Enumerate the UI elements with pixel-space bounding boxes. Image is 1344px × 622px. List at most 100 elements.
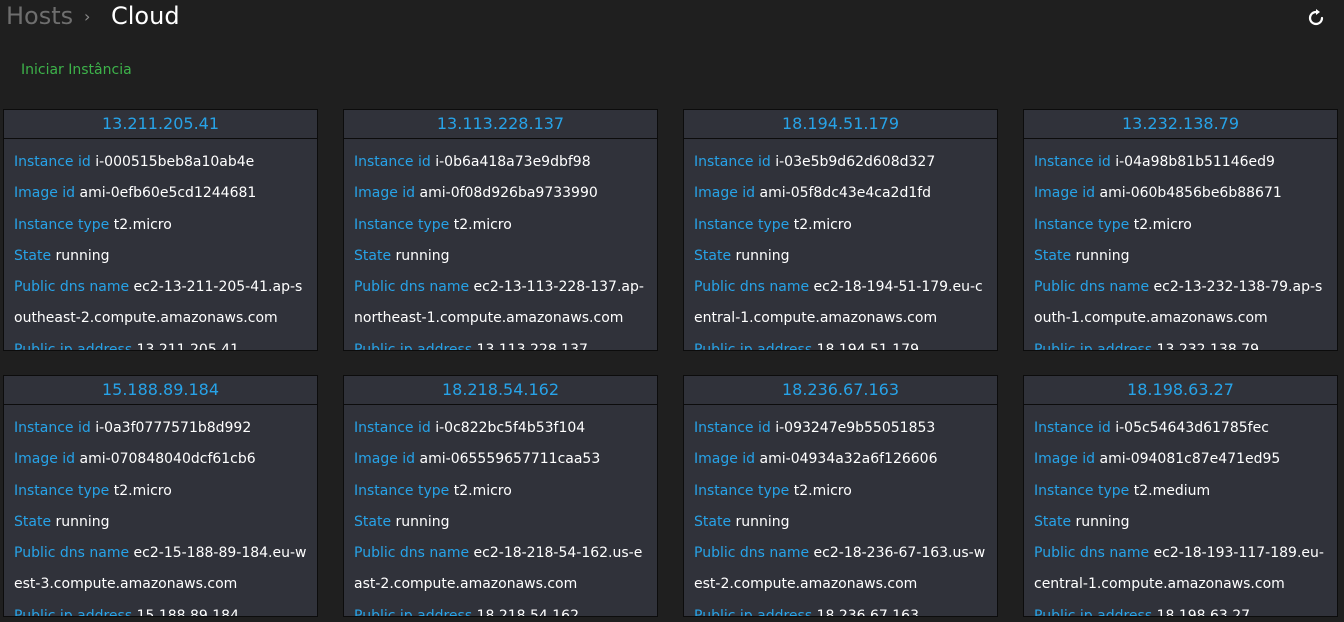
image-id-label: Image id (354, 185, 416, 202)
public-dns-label: Public dns name (14, 545, 130, 562)
public-ip-label: Public ip address (14, 341, 133, 351)
instance-type-label: Instance type (354, 482, 450, 499)
instance-type-row: Instance type t2.micro (354, 210, 647, 241)
instance-ip-title[interactable]: 18.194.51.179 (684, 110, 997, 139)
public-ip-row: Public ip address 18.218.54.162 (354, 601, 647, 616)
public-dns-label: Public dns name (694, 545, 810, 562)
instance-card: 18.198.63.27 Instance id i-05c54643d6178… (1023, 375, 1338, 617)
instance-id-value: i-0b6a418a73e9dbf98 (435, 154, 591, 170)
state-row: State running (14, 507, 307, 538)
state-value: running (395, 247, 450, 264)
public-dns-row: Public dns name ec2-18-236-67-163.us-wes… (694, 538, 987, 601)
instance-card: 13.232.138.79 Instance id i-04a98b81b511… (1023, 109, 1338, 351)
public-dns-row: Public dns name ec2-18-218-54-162.us-eas… (354, 538, 647, 601)
state-label: State (14, 513, 52, 530)
public-dns-row: Public dns name ec2-18-194-51-179.eu-cen… (694, 272, 987, 335)
image-id-label: Image id (1034, 451, 1096, 468)
image-id-value: ami-0f08d926ba9733990 (419, 185, 598, 202)
instance-ip-title[interactable]: 15.188.89.184 (4, 376, 317, 405)
image-id-value: ami-04934a32a6f126606 (759, 451, 938, 468)
refresh-icon[interactable] (1306, 8, 1326, 28)
public-dns-label: Public dns name (354, 279, 470, 296)
instance-ip-title[interactable]: 18.198.63.27 (1024, 376, 1337, 405)
breadcrumb-separator: › (84, 7, 91, 26)
instance-type-row: Instance type t2.micro (1034, 210, 1327, 241)
state-row: State running (1034, 241, 1327, 272)
public-ip-label: Public ip address (354, 341, 473, 351)
public-dns-label: Public dns name (354, 545, 470, 562)
public-dns-row: Public dns name ec2-13-211-205-41.ap-sou… (14, 272, 307, 335)
image-id-row: Image id ami-065559657711caa53 (354, 444, 647, 475)
state-value: running (55, 247, 110, 264)
instance-type-value: t2.micro (453, 216, 512, 233)
state-row: State running (354, 241, 647, 272)
instance-type-label: Instance type (694, 482, 790, 499)
state-value: running (1075, 513, 1130, 530)
instance-id-label: Instance id (354, 420, 431, 436)
instance-type-label: Instance type (694, 216, 790, 233)
header: Hosts › Cloud (0, 0, 1344, 40)
public-dns-label: Public dns name (1034, 279, 1150, 296)
state-row: State running (1034, 507, 1327, 538)
instance-id-row: Instance id i-05c54643d61785fec (1034, 413, 1327, 444)
instance-type-value: t2.micro (793, 216, 852, 233)
image-id-row: Image id ami-070848040dcf61cb6 (14, 444, 307, 475)
image-id-row: Image id ami-094081c87e471ed95 (1034, 444, 1327, 475)
image-id-value: ami-070848040dcf61cb6 (79, 451, 256, 468)
image-id-label: Image id (1034, 185, 1096, 202)
instance-ip-title[interactable]: 13.211.205.41 (4, 110, 317, 139)
instance-card: 18.194.51.179 Instance id i-03e5b9d62d60… (683, 109, 998, 351)
state-row: State running (694, 241, 987, 272)
state-value: running (735, 513, 790, 530)
public-ip-value: 15.188.89.184 (136, 607, 240, 617)
instance-id-label: Instance id (694, 154, 771, 170)
public-ip-row: Public ip address 13.211.205.41 (14, 335, 307, 351)
instance-type-value: t2.micro (793, 482, 852, 499)
instance-type-row: Instance type t2.medium (1034, 476, 1327, 507)
instance-ip-title[interactable]: 18.236.67.163 (684, 376, 997, 405)
public-ip-value: 18.236.67.163 (816, 607, 920, 617)
image-id-value: ami-0efb60e5cd1244681 (79, 185, 257, 202)
instance-type-value: t2.micro (113, 482, 172, 499)
instance-type-value: t2.micro (113, 216, 172, 233)
public-dns-row: Public dns name ec2-13-232-138-79.ap-sou… (1034, 272, 1327, 335)
instance-id-row: Instance id i-0a3f0777571b8d992 (14, 413, 307, 444)
instance-id-row: Instance id i-093247e9b55051853 (694, 413, 987, 444)
public-ip-row: Public ip address 13.113.228.137 (354, 335, 647, 351)
public-ip-value: 13.232.138.79 (1156, 341, 1260, 351)
image-id-value: ami-094081c87e471ed95 (1099, 451, 1281, 468)
instance-id-value: i-03e5b9d62d608d327 (775, 154, 936, 170)
image-id-row: Image id ami-0efb60e5cd1244681 (14, 178, 307, 209)
instance-id-label: Instance id (1034, 420, 1111, 436)
breadcrumb-hosts[interactable]: Hosts (6, 2, 73, 30)
image-id-row: Image id ami-060b4856be6b88671 (1034, 178, 1327, 209)
image-id-value: ami-065559657711caa53 (419, 451, 601, 468)
instance-type-label: Instance type (354, 216, 450, 233)
state-label: State (1034, 513, 1072, 530)
state-value: running (1075, 247, 1130, 264)
image-id-row: Image id ami-04934a32a6f126606 (694, 444, 987, 475)
state-row: State running (14, 241, 307, 272)
instance-type-row: Instance type t2.micro (694, 210, 987, 241)
instance-id-value: i-05c54643d61785fec (1115, 420, 1269, 436)
public-ip-label: Public ip address (1034, 341, 1153, 351)
public-ip-label: Public ip address (1034, 607, 1153, 617)
instance-ip-title[interactable]: 13.232.138.79 (1024, 110, 1337, 139)
instance-ip-title[interactable]: 13.113.228.137 (344, 110, 657, 139)
instance-ip-title[interactable]: 18.218.54.162 (344, 376, 657, 405)
instance-id-label: Instance id (354, 154, 431, 170)
state-label: State (694, 247, 732, 264)
state-label: State (354, 513, 392, 530)
instance-id-value: i-000515beb8a10ab4e (95, 154, 255, 170)
public-dns-label: Public dns name (1034, 545, 1150, 562)
instance-card: 18.218.54.162 Instance id i-0c822bc5f4b5… (343, 375, 658, 617)
public-dns-row: Public dns name ec2-13-113-228-137.ap-no… (354, 272, 647, 335)
start-instance-button[interactable]: Iniciar Instância (21, 62, 132, 78)
instance-type-row: Instance type t2.micro (354, 476, 647, 507)
public-ip-row: Public ip address 13.232.138.79 (1034, 335, 1327, 351)
instance-card: 15.188.89.184 Instance id i-0a3f0777571b… (3, 375, 318, 617)
instance-card: 13.113.228.137 Instance id i-0b6a418a73e… (343, 109, 658, 351)
instance-id-value: i-04a98b81b51146ed9 (1115, 154, 1275, 170)
image-id-row: Image id ami-05f8dc43e4ca2d1fd (694, 178, 987, 209)
state-value: running (735, 247, 790, 264)
